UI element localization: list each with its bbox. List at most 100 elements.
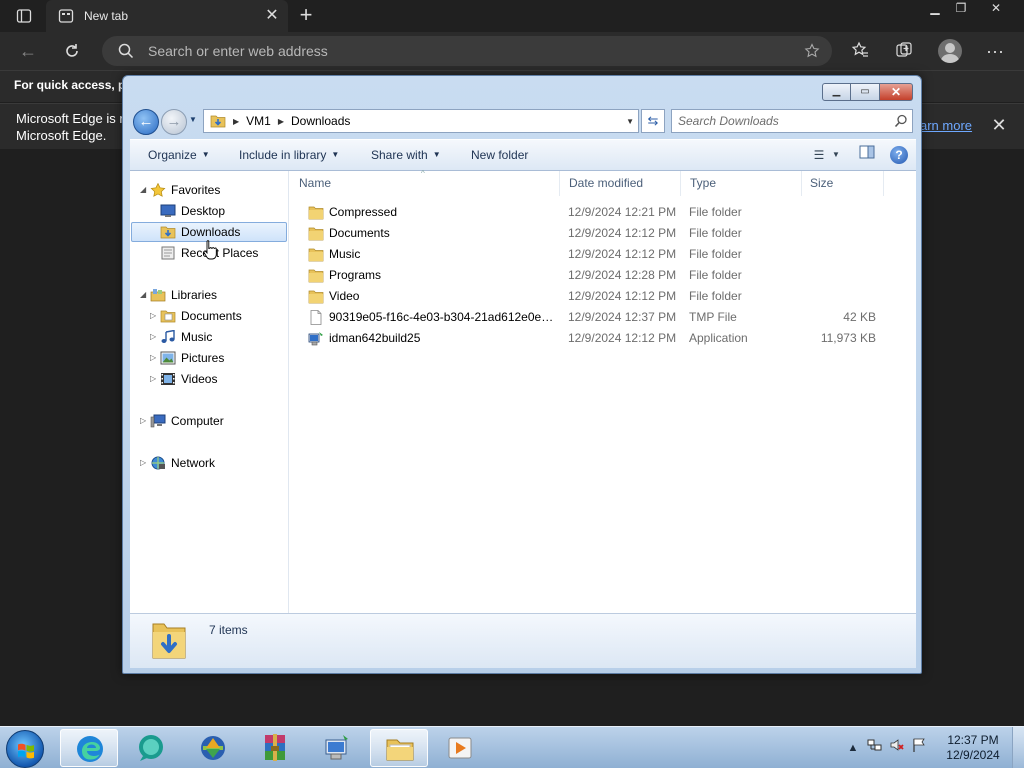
expand-arrow-icon[interactable]: ▷ bbox=[140, 411, 150, 431]
organize-button[interactable]: Organize ▼ bbox=[148, 148, 210, 162]
explorer-back-button[interactable]: ← bbox=[133, 109, 159, 135]
address-dropdown-icon[interactable]: ▼ bbox=[626, 117, 634, 126]
favorites-icon[interactable] bbox=[849, 41, 871, 63]
search-input[interactable] bbox=[678, 113, 888, 129]
nav-item-videos[interactable]: ▷ Videos bbox=[130, 369, 288, 389]
start-button[interactable] bbox=[6, 730, 44, 768]
taskbar-app-2[interactable] bbox=[122, 729, 180, 767]
address-bar[interactable]: Search or enter web address bbox=[102, 36, 832, 66]
expand-arrow-icon[interactable]: ▷ bbox=[150, 306, 160, 326]
file-date: 12/9/2024 12:28 PM bbox=[568, 268, 677, 282]
explorer-search-box[interactable] bbox=[671, 109, 913, 133]
breadcrumb-arrow-icon[interactable]: ▶ bbox=[278, 117, 284, 126]
back-arrow-icon[interactable]: ← bbox=[15, 39, 41, 63]
close-button[interactable]: ✕ bbox=[974, 0, 1018, 17]
new-folder-button[interactable]: New folder bbox=[471, 148, 528, 162]
taskbar-idm[interactable] bbox=[184, 729, 242, 767]
file-row[interactable]: Programs 12/9/2024 12:28 PM File folder bbox=[290, 265, 916, 286]
nav-item-favorites[interactable]: ◢ Favorites bbox=[130, 180, 288, 200]
restore-button[interactable]: ❐ bbox=[948, 0, 974, 17]
file-row[interactable]: idman642build25 12/9/2024 12:12 PM Applica… bbox=[290, 328, 916, 349]
help-icon[interactable]: ? bbox=[890, 146, 908, 164]
installer-icon bbox=[325, 735, 348, 760]
column-header-date-modified[interactable]: Date modified bbox=[561, 171, 681, 196]
file-row[interactable]: Documents 12/9/2024 12:12 PM File folder bbox=[290, 223, 916, 244]
explorer-close-button[interactable]: ✕ bbox=[880, 83, 913, 101]
nav-item-computer[interactable]: ▷ Computer bbox=[130, 411, 288, 431]
folder-icon bbox=[308, 289, 324, 304]
expand-arrow-icon[interactable]: ▷ bbox=[150, 348, 160, 368]
nav-item-documents[interactable]: ▷ Documents bbox=[130, 306, 288, 326]
show-desktop-button[interactable] bbox=[1012, 727, 1024, 768]
explorer-maximize-button[interactable]: ▭ bbox=[851, 83, 880, 101]
nav-item-libraries[interactable]: ◢ Libraries bbox=[130, 285, 288, 305]
downloads-folder-icon bbox=[210, 115, 226, 128]
edge-toolbar: ← Search or enter web address ··· bbox=[0, 32, 1024, 70]
explorer-address-bar[interactable]: ▶ VM1 ▶ Downloads ▼ bbox=[203, 109, 639, 133]
collapse-arrow-icon[interactable]: ◢ bbox=[140, 180, 150, 200]
taskbar-explorer[interactable] bbox=[370, 729, 428, 767]
recent-pages-dropdown[interactable]: ▼ bbox=[189, 115, 199, 125]
column-header-type[interactable]: Type bbox=[682, 171, 802, 196]
explorer-refresh-button[interactable]: ⇆ bbox=[641, 109, 665, 133]
file-date: 12/9/2024 12:12 PM bbox=[568, 289, 677, 303]
tab-close-icon[interactable]: ✕ bbox=[264, 8, 280, 24]
volume-muted-icon[interactable] bbox=[886, 737, 908, 759]
file-row[interactable]: Compressed 12/9/2024 12:21 PM File folder bbox=[290, 202, 916, 223]
include-in-library-button[interactable]: Include in library ▼ bbox=[239, 148, 339, 162]
new-tab-button[interactable]: + bbox=[294, 4, 318, 28]
taskbar-media[interactable] bbox=[432, 729, 490, 767]
column-header-size[interactable]: Size bbox=[802, 171, 884, 196]
explorer-nav-bar: ← → ▼ ▶ VM1 ▶ Downloads ▼ ⇆ bbox=[131, 107, 915, 135]
expand-arrow-icon[interactable]: ▷ bbox=[150, 327, 160, 347]
file-row[interactable]: Video 12/9/2024 12:12 PM File folder bbox=[290, 286, 916, 307]
breadcrumb-vm1[interactable]: VM1 bbox=[246, 114, 271, 128]
windows-logo-icon bbox=[18, 743, 34, 759]
taskbar-edge[interactable] bbox=[60, 729, 118, 767]
nav-label-favorites: Favorites bbox=[171, 183, 221, 197]
show-hidden-icons[interactable]: ▲ bbox=[842, 737, 864, 759]
tab-new-tab[interactable]: New tab ✕ bbox=[46, 0, 288, 32]
chat-app-icon bbox=[139, 735, 163, 761]
change-view-icon[interactable]: ☰ bbox=[808, 145, 830, 165]
nav-item-desktop[interactable]: Desktop bbox=[130, 201, 288, 221]
network-tray-icon[interactable] bbox=[864, 737, 886, 759]
file-row[interactable]: Music 12/9/2024 12:12 PM File folder bbox=[290, 244, 916, 265]
libraries-icon bbox=[150, 289, 166, 302]
preview-pane-icon[interactable] bbox=[856, 145, 878, 165]
nav-item-music[interactable]: ▷ Music bbox=[130, 327, 288, 347]
view-dropdown-icon[interactable]: ▼ bbox=[830, 145, 842, 165]
refresh-icon[interactable] bbox=[59, 39, 85, 63]
file-type: File folder bbox=[689, 247, 742, 261]
action-center-flag-icon[interactable] bbox=[908, 737, 930, 759]
nav-item-downloads[interactable]: Downloads bbox=[130, 222, 288, 242]
tab-actions-icon[interactable] bbox=[8, 5, 40, 27]
taskbar-winrar[interactable] bbox=[246, 729, 304, 767]
nav-label-desktop: Desktop bbox=[181, 204, 226, 218]
minimize-button[interactable]: ▁ bbox=[922, 0, 948, 17]
collapse-arrow-icon[interactable]: ◢ bbox=[140, 285, 150, 305]
taskbar-clock[interactable]: 12:37 PM 12/9/2024 bbox=[944, 733, 1002, 763]
share-with-button[interactable]: Share with ▼ bbox=[371, 148, 441, 162]
explorer-forward-button[interactable]: → bbox=[161, 109, 187, 135]
collections-icon[interactable] bbox=[893, 41, 915, 63]
column-header-name[interactable]: Name ^ bbox=[291, 169, 560, 196]
more-options-icon[interactable]: ··· bbox=[984, 41, 1006, 63]
nav-label-pictures: Pictures bbox=[181, 351, 225, 365]
breadcrumb-downloads[interactable]: Downloads bbox=[291, 114, 350, 128]
nav-item-pictures[interactable]: ▷ Pictures bbox=[130, 348, 288, 368]
pictures-icon bbox=[160, 351, 176, 365]
nav-item-network[interactable]: ▷ Network bbox=[130, 453, 288, 473]
add-favorite-icon[interactable] bbox=[804, 43, 820, 59]
info-close-icon[interactable]: ✕ bbox=[991, 116, 1007, 134]
explorer-minimize-button[interactable]: ▁ bbox=[822, 83, 851, 101]
profile-avatar[interactable] bbox=[938, 39, 962, 63]
expand-arrow-icon[interactable]: ▷ bbox=[150, 369, 160, 389]
file-row[interactable]: 90319e05-f16c-4e03-b304-21ad612e0ee2....… bbox=[290, 307, 916, 328]
taskbar-installer[interactable] bbox=[308, 729, 366, 767]
expand-arrow-icon[interactable]: ▷ bbox=[140, 453, 150, 473]
new-tab-icon bbox=[58, 9, 74, 23]
breadcrumb-arrow-icon[interactable]: ▶ bbox=[233, 117, 239, 126]
learn-more-link[interactable]: arn more bbox=[920, 118, 972, 133]
new-folder-label: New folder bbox=[471, 148, 529, 162]
